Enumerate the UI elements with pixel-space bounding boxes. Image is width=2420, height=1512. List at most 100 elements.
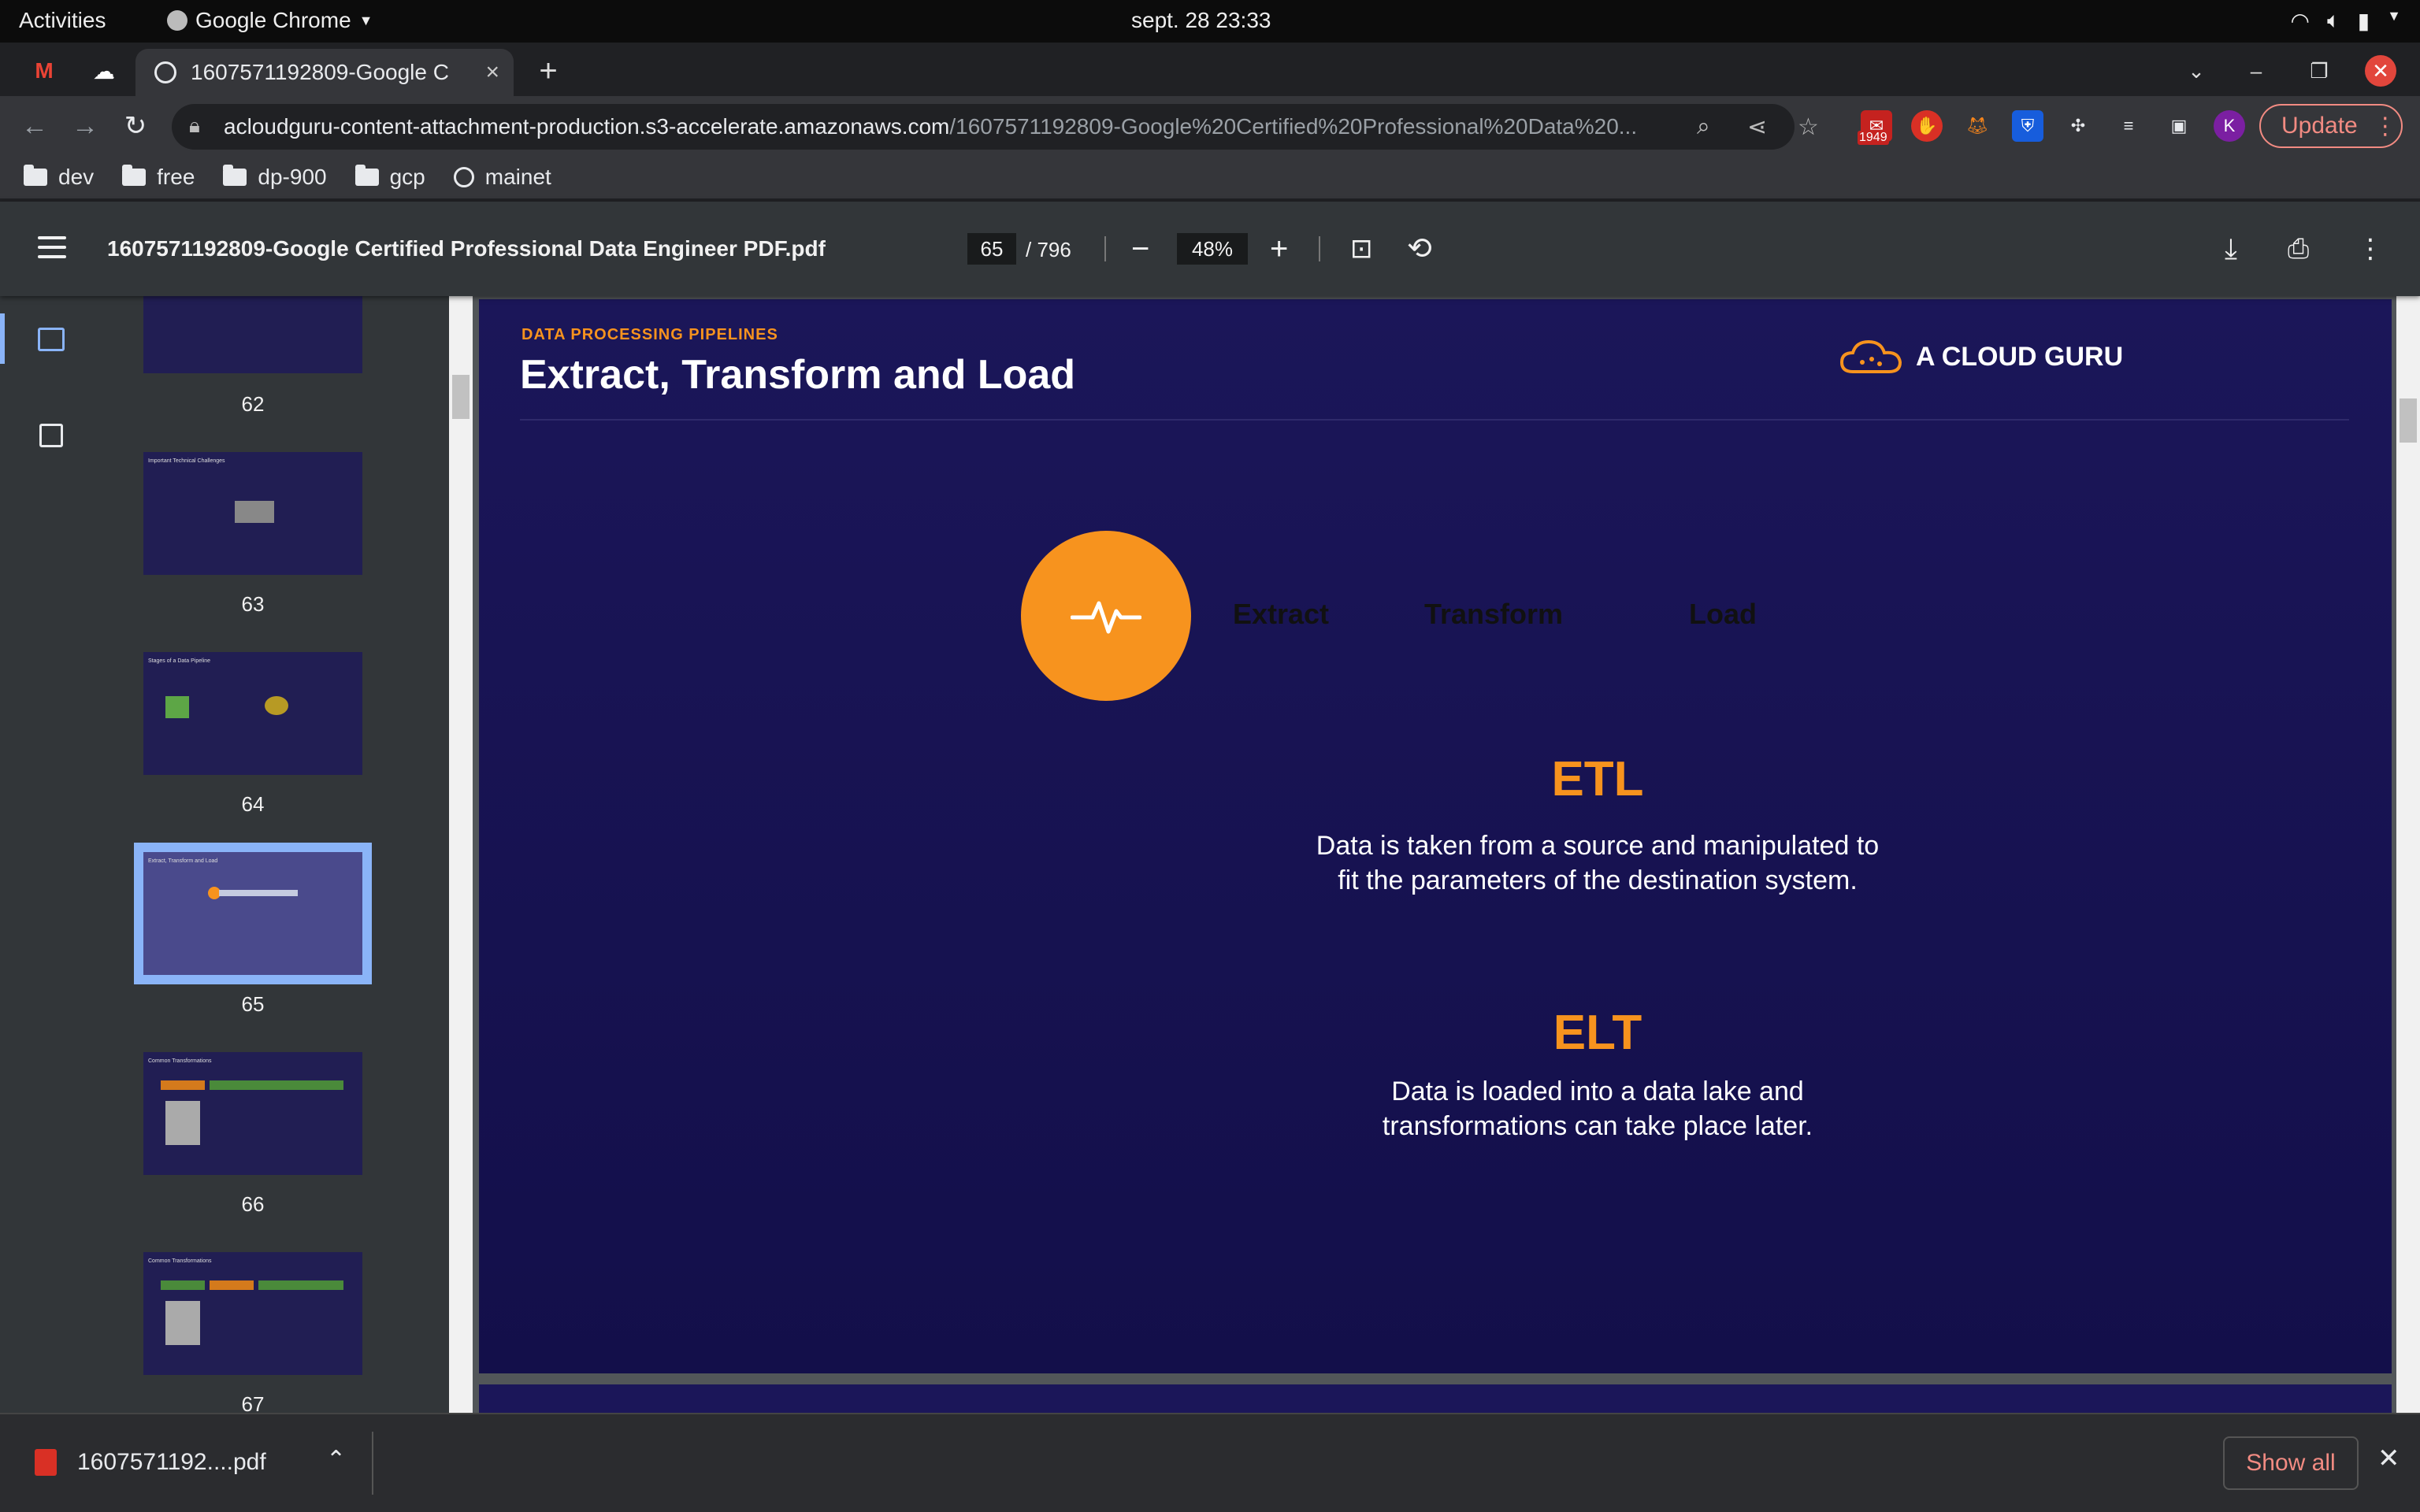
reload-icon[interactable]: ↻: [118, 109, 153, 143]
tab-active[interactable]: 1607571192809-Google C ×: [135, 49, 514, 96]
page-number-input[interactable]: 65: [967, 233, 1016, 265]
download-icon[interactable]: ⤓: [2225, 230, 2237, 268]
pdf-file-icon: [35, 1449, 57, 1476]
bookmark-label: gcp: [389, 165, 425, 189]
thumbnail-graphic: [235, 501, 274, 523]
minimize-icon[interactable]: –: [2239, 54, 2273, 88]
forward-icon[interactable]: →: [68, 109, 102, 143]
media-control-icon[interactable]: ≡: [2113, 110, 2144, 142]
thumbnail-number: 62: [241, 392, 265, 416]
zoom-icon[interactable]: ⌕: [1697, 113, 1710, 140]
gmail-checker-extension[interactable]: ✉ 1949: [1858, 110, 1892, 145]
side-panel-icon[interactable]: ▣: [2163, 110, 2195, 142]
elt-title: ELT: [1553, 1006, 1642, 1060]
extensions-puzzle-icon[interactable]: ✣: [2062, 110, 2094, 142]
bookmark-dev[interactable]: dev: [24, 165, 94, 190]
address-bar[interactable]: 🔒︎ acloudguru-content-attachment-product…: [172, 104, 1819, 150]
thumbnails-view-icon[interactable]: [38, 328, 65, 351]
more-options-icon[interactable]: ⋮: [2357, 230, 2384, 268]
sidebar-active-indicator: [0, 313, 5, 364]
chevron-down-icon: ▼: [2387, 8, 2401, 24]
step-label: Transform: [1423, 598, 1564, 630]
profile-avatar[interactable]: K: [2214, 110, 2245, 142]
thumbnail-graphic: [165, 696, 189, 718]
thumbnail-graphic: [161, 1280, 205, 1290]
rotate-icon[interactable]: ⟲: [1407, 230, 1432, 268]
tab-search-chevron-icon[interactable]: ⌄: [2179, 54, 2214, 88]
sidebar-menu-icon[interactable]: [38, 236, 66, 265]
url-path: /1607571192809-Google%20Certified%20Prof…: [949, 114, 1638, 139]
bookmark-free[interactable]: free: [122, 165, 195, 190]
scrollbar-thumb[interactable]: [452, 375, 470, 419]
bitwarden-extension-icon[interactable]: ⛨: [2012, 110, 2043, 142]
share-icon[interactable]: ⋖: [1747, 113, 1767, 141]
bookmark-label: dev: [58, 165, 95, 189]
brand-logo: A CLOUD GURU: [1839, 337, 2123, 376]
tab-title: 1607571192809-Google C: [191, 60, 449, 84]
metamask-extension-icon[interactable]: 🦊︎: [1962, 110, 1993, 142]
cloud-logo-icon: [1839, 339, 1902, 373]
globe-icon: [154, 61, 176, 83]
sidebar-scrollbar[interactable]: [449, 296, 473, 1413]
hand-blocker-extension-icon[interactable]: ✋: [1911, 110, 1943, 142]
show-all-button[interactable]: Show all: [2223, 1436, 2359, 1490]
page-thumbnail-65[interactable]: Extract, Transform and Load: [134, 843, 372, 984]
folder-icon: [354, 165, 379, 186]
app-menu[interactable]: Google Chrome ▼: [167, 8, 373, 33]
elt-description: Data is loaded into a data lake and tran…: [1382, 1077, 1813, 1141]
step-label: Load: [1689, 598, 1757, 630]
bookmark-mainet[interactable]: mainet: [453, 165, 551, 190]
gmail-pinned-tab[interactable]: M: [27, 54, 61, 88]
thumbnail-graphic: [165, 1101, 200, 1145]
chevron-up-icon[interactable]: ⌃: [326, 1446, 346, 1473]
zoom-level-input[interactable]: 48%: [1177, 233, 1248, 265]
download-bar: 1607571192....pdf ⌃ Show all ✕: [0, 1413, 2420, 1512]
thumbnail-title: Important Technical Challenges: [148, 458, 225, 464]
page-thumbnail-62[interactable]: [143, 296, 362, 373]
bookmark-dp-900[interactable]: dp-900: [223, 165, 327, 190]
thumbnail-graphic: [165, 1301, 200, 1345]
toolbar-divider: [1319, 236, 1320, 261]
window-close-icon[interactable]: ✕: [2365, 55, 2396, 87]
system-tray[interactable]: ◠ 🔈︎ ▮ ▼: [2291, 8, 2402, 34]
back-icon[interactable]: ←: [17, 109, 52, 143]
clock[interactable]: sept. 28 23:33: [1131, 8, 1271, 33]
page-thumbnail-66[interactable]: Common Transformations: [143, 1052, 362, 1175]
bookmark-gcp[interactable]: gcp: [354, 165, 425, 190]
thumbnail-graphic: [210, 1280, 254, 1290]
print-icon[interactable]: ⎙: [2288, 230, 2309, 268]
tab-close-icon[interactable]: ×: [485, 59, 499, 86]
update-label: Update: [2281, 113, 2358, 139]
restore-icon[interactable]: ❐: [2302, 54, 2336, 88]
scrollbar-thumb[interactable]: [2400, 398, 2417, 443]
fit-page-icon[interactable]: ⊡: [1350, 230, 1373, 268]
etl-description: Data is taken from a source and manipula…: [1316, 831, 1880, 895]
thumbnail-number: 65: [241, 992, 265, 1016]
slide-heading: Extract, Transform and Load: [520, 352, 1076, 398]
download-filename[interactable]: 1607571192....pdf: [77, 1449, 266, 1476]
chrome-icon: [167, 10, 187, 31]
zoom-out-icon[interactable]: −: [1131, 230, 1149, 268]
activities-button[interactable]: Activities: [19, 8, 106, 33]
cloud-pinned-tab[interactable]: ☁: [87, 54, 121, 88]
page-total: / 796: [1026, 238, 1071, 261]
app-name: Google Chrome: [195, 8, 351, 32]
close-icon[interactable]: ✕: [2377, 1443, 2400, 1474]
zoom-in-icon[interactable]: +: [1270, 230, 1288, 268]
page-thumbnail-67[interactable]: Common Transformations: [143, 1252, 362, 1375]
pdf-viewer[interactable]: DATA PROCESSING PIPELINES Extract, Trans…: [473, 296, 2396, 1413]
new-tab-button[interactable]: +: [531, 54, 566, 88]
pdf-filename: 1607571192809-Google Certified Professio…: [107, 236, 826, 261]
page-thumbnail-63[interactable]: Important Technical Challenges: [143, 452, 362, 575]
bookmark-label: free: [157, 165, 195, 189]
page-thumbnail-64[interactable]: Stages of a Data Pipeline: [143, 652, 362, 775]
viewer-scrollbar[interactable]: [2396, 296, 2420, 1413]
thumbnail-number: 64: [241, 792, 265, 816]
battery-icon: ▮: [2357, 9, 2370, 33]
browser-toolbar: ← → ↻ 🔒︎ acloudguru-content-attachment-p…: [0, 96, 2420, 156]
update-button[interactable]: Update ⋮: [2259, 104, 2403, 148]
header-rule: [520, 419, 2349, 421]
bookmark-star-icon[interactable]: ☆: [1798, 113, 1819, 141]
outline-view-icon[interactable]: [39, 424, 63, 447]
pdf-page-66: [479, 1384, 2392, 1413]
